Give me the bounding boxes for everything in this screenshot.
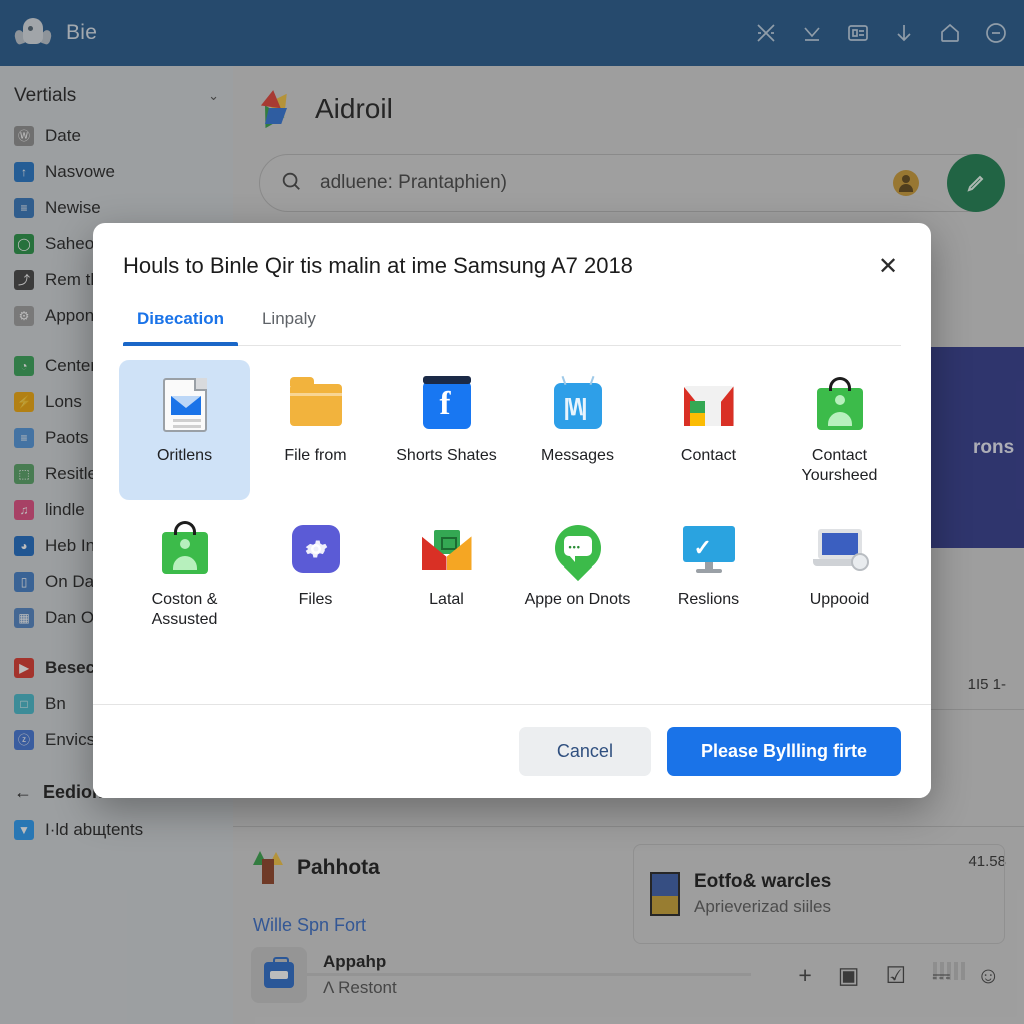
app-cell-reslions[interactable]: ✓ Reslions [643, 504, 774, 644]
map-pin-chat-icon: ••• [551, 522, 605, 582]
app-cell-label: Latal [429, 591, 464, 609]
envelope-card-icon [420, 522, 474, 576]
app-cell-shorts-shates[interactable]: f Shorts Shates [381, 360, 512, 500]
app-cell-label: Contact Yoursheed [801, 447, 878, 485]
dialog-title: Houls to Binle Qir tis malin at ime Sams… [123, 253, 633, 278]
facebook-icon: f [420, 376, 474, 432]
tab-1[interactable]: Diвecation [123, 299, 238, 347]
app-cell-coston-assusted[interactable]: Coston & Assusted [119, 504, 250, 644]
monitor-check-icon: ✓ [682, 522, 736, 576]
app-cell-messages[interactable]: |\/\| Messages [512, 360, 643, 500]
dialog-header: Houls to Binle Qir tis malin at ime Sams… [93, 223, 931, 347]
play-store-bag-icon [813, 377, 867, 432]
app-root: Bie Vertials ⌄ Ⓦ Date ↑ Nasvowe ≡ Newise ◯ Sahe… [0, 0, 1024, 1024]
app-cell-label: Files [298, 591, 333, 609]
app-cell-label: Coston & Assusted [151, 591, 218, 629]
app-cell-latal[interactable]: Latal [381, 504, 512, 644]
app-cell-label: File from [284, 447, 347, 465]
app-cell-label: Appe on Dnots [524, 591, 631, 609]
settings-gear-icon [289, 522, 343, 576]
app-cell-contact-yoursheed[interactable]: Contact Yoursheed [774, 360, 905, 500]
document-mail-icon [158, 378, 212, 433]
cancel-button[interactable]: Cancel [518, 727, 651, 776]
app-cell-label: Contact [680, 447, 737, 465]
app-cell-label: Reslions [677, 591, 740, 609]
laptop-icon [812, 522, 869, 576]
app-cell-label: Messages [541, 447, 614, 465]
share-dialog: Houls to Binle Qir tis malin at ime Sams… [93, 223, 931, 798]
dialog-footer: Cancel Please Byllling firte [93, 704, 931, 798]
confirm-button[interactable]: Please Byllling firte [666, 727, 901, 776]
app-grid: Oritlens File from f Shorts Shates |\/\| Mess… [93, 346, 931, 704]
app-cell-appe-on-dnots[interactable]: ••• Appe on Dnots [512, 504, 643, 644]
dialog-tabs: Diвecation Linpaly [123, 299, 901, 347]
gmail-icon [682, 378, 736, 432]
app-cell-label: Oritlens [156, 447, 213, 465]
app-cell-oritlens[interactable]: Oritlens [119, 360, 250, 501]
tab-2[interactable]: Linpaly [248, 299, 330, 345]
app-cell-files[interactable]: Files [250, 504, 381, 644]
app-cell-label: Uppooid [809, 591, 870, 609]
play-store-bag-icon [158, 521, 212, 576]
app-cell-contact[interactable]: Contact [643, 360, 774, 500]
folder-icon [289, 377, 343, 432]
app-cell-file-from[interactable]: File from [250, 360, 381, 500]
app-cell-label: Shorts Shates [396, 447, 497, 465]
app-cell-uppooid[interactable]: Uppooid [774, 504, 905, 644]
messages-app-icon: |\/\| [551, 376, 605, 432]
close-icon[interactable]: ✕ [871, 249, 905, 283]
